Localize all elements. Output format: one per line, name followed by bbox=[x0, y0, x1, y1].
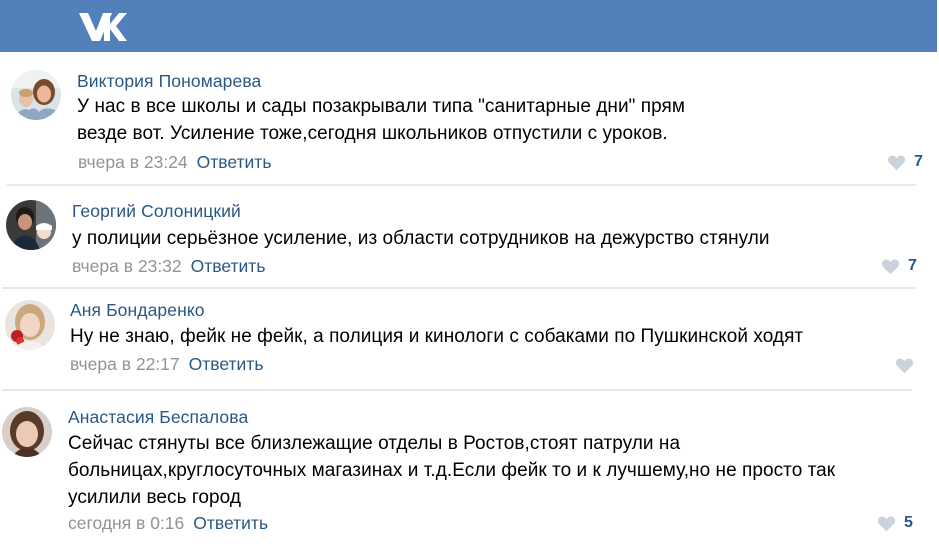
comment-time[interactable]: вчера в 23:24 bbox=[78, 152, 188, 172]
reply-button[interactable]: Ответить bbox=[197, 152, 272, 172]
comment-text-line: У нас в все школы и сады позакрывали тип… bbox=[77, 96, 685, 117]
reply-button[interactable]: Ответить bbox=[189, 354, 264, 374]
like-count: 7 bbox=[914, 153, 923, 170]
comment-author[interactable]: Аня Бондаренко bbox=[70, 300, 205, 321]
like-button[interactable] bbox=[895, 357, 914, 374]
comment-text-line: больницах,круглосуточных магазинах и т.д… bbox=[68, 460, 836, 481]
comment-separator bbox=[7, 184, 916, 186]
heart-icon bbox=[895, 358, 914, 374]
vk-logo-icon[interactable] bbox=[78, 12, 128, 47]
comment-text-line: везде вот. Усиление тоже,сегодня школьни… bbox=[77, 123, 668, 144]
avatar[interactable] bbox=[6, 200, 56, 250]
comment-text-line: усилили весь город bbox=[68, 487, 241, 508]
like-button[interactable]: 7 bbox=[881, 257, 917, 275]
avatar[interactable] bbox=[5, 300, 55, 350]
comment-author[interactable]: Виктория Пономарева bbox=[77, 71, 261, 92]
like-button[interactable]: 7 bbox=[887, 153, 923, 171]
like-count: 7 bbox=[908, 257, 917, 274]
like-count: 5 bbox=[904, 514, 913, 531]
comment-separator bbox=[2, 389, 912, 391]
comment-separator bbox=[2, 287, 916, 289]
comment-text-line: у полиции серьёзное усиление, из области… bbox=[72, 228, 770, 249]
heart-icon bbox=[887, 155, 906, 170]
comment-author[interactable]: Анастасия Беспалова bbox=[68, 407, 248, 428]
avatar[interactable] bbox=[11, 70, 61, 120]
comment-meta: сегодня в 0:16 Ответить bbox=[68, 513, 268, 534]
reply-button[interactable]: Ответить bbox=[191, 256, 266, 276]
like-button[interactable]: 5 bbox=[877, 514, 913, 532]
comment-author[interactable]: Георгий Солоницкий bbox=[72, 201, 241, 222]
comment-time[interactable]: вчера в 23:32 bbox=[72, 256, 182, 276]
heart-icon bbox=[877, 516, 896, 531]
comment-time[interactable]: сегодня в 0:16 bbox=[68, 513, 184, 533]
heart-icon bbox=[881, 259, 900, 274]
comment-meta: вчера в 23:32 Ответить bbox=[72, 256, 265, 277]
app-header bbox=[0, 0, 937, 52]
comment-meta: вчера в 23:24 Ответить bbox=[78, 152, 271, 173]
comment-meta: вчера в 22:17 Ответить bbox=[70, 354, 263, 375]
comment-text-line: Сейчас стянуты все близлежащие отделы в … bbox=[68, 433, 681, 454]
reply-button[interactable]: Ответить bbox=[193, 513, 268, 533]
avatar[interactable] bbox=[2, 407, 52, 457]
comment-time[interactable]: вчера в 22:17 bbox=[70, 354, 180, 374]
comment-text-line: Ну не знаю, фейк не фейк, а полиция и ки… bbox=[70, 326, 804, 347]
